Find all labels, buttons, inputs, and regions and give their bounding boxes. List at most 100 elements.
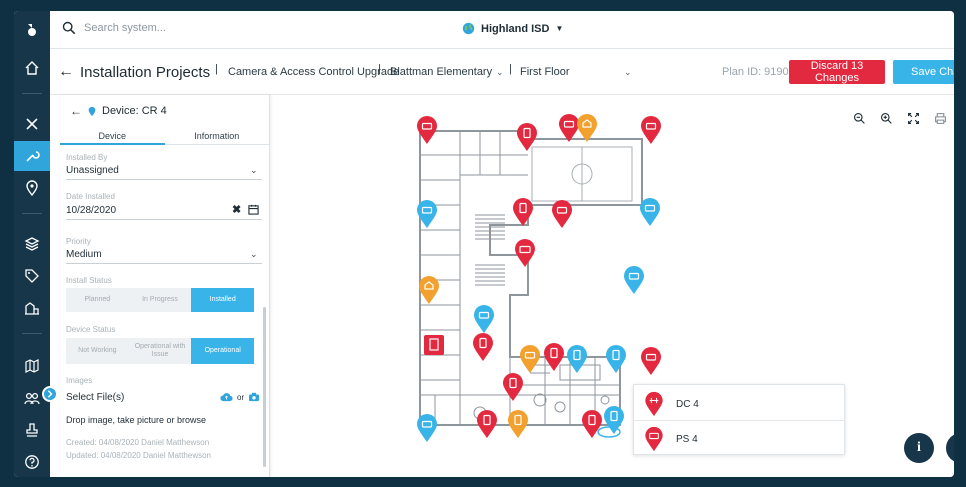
floor-selector[interactable]: First Floor — [520, 66, 570, 78]
install-status-installed[interactable]: Installed — [191, 288, 255, 312]
access-control-pin-planned[interactable] — [507, 409, 529, 439]
camera-pin-installed[interactable] — [416, 199, 438, 229]
selected-device-pin[interactable] — [603, 405, 625, 435]
cloud-upload-icon[interactable] — [220, 392, 233, 402]
camera-icon[interactable] — [248, 392, 260, 402]
page-title-text: Installation Projects — [80, 63, 211, 81]
access-control-pin[interactable] — [543, 342, 565, 372]
page-title: ← Installation Projects — [58, 63, 210, 81]
clear-icon[interactable]: ✖ — [232, 203, 241, 216]
panel-scrollbar[interactable] — [263, 307, 266, 467]
access-control-pin[interactable] — [516, 122, 538, 152]
device-list-item[interactable]: DC 4 — [644, 391, 699, 417]
search-icon — [62, 21, 76, 35]
access-control-pin-installed[interactable] — [566, 344, 588, 374]
school-selector[interactable]: Blattman Elementary — [390, 66, 492, 78]
search-input[interactable]: Search system... — [84, 22, 166, 34]
chevron-down-icon[interactable]: ⌄ — [624, 67, 632, 78]
power-supply-pin[interactable] — [514, 238, 536, 268]
clipboard-marker[interactable] — [423, 330, 445, 360]
installed-by-label: Installed By — [66, 153, 108, 162]
save-changes-button[interactable]: Save Chang — [893, 60, 954, 84]
search-box[interactable]: Search system... — [62, 21, 166, 35]
location-pin-icon — [88, 106, 96, 116]
created-text: Created: 04/08/2020 Daniel Matthewson — [66, 438, 210, 447]
tab-information[interactable]: Information — [165, 127, 270, 145]
plan-id: Plan ID: 9190 — [722, 66, 789, 78]
zoom-out-icon[interactable] — [847, 106, 872, 130]
buildings-icon[interactable] — [14, 293, 50, 323]
select-files-label: Select File(s) — [66, 392, 125, 403]
home-icon[interactable] — [14, 53, 50, 83]
access-control-pin[interactable] — [476, 409, 498, 439]
panel-tabs: Device Information — [60, 127, 269, 145]
tab-device[interactable]: Device — [60, 127, 165, 145]
device-group-popup: DC 4 PS 4 — [633, 384, 845, 455]
install-status-toggle: Planned In Progress Installed — [66, 288, 255, 312]
floor-plan-map[interactable]: DC 4 PS 4 i — [270, 95, 954, 477]
app-window: Search system... Highland ISD ▼ ← Instal… — [14, 11, 954, 477]
tools-icon[interactable] — [14, 109, 50, 139]
district-label: Highland ISD — [481, 22, 550, 35]
device-title: ← Device: CR 4 — [70, 104, 167, 118]
camera-pin-installed[interactable] — [639, 197, 661, 227]
app-logo-icon[interactable] — [14, 15, 50, 45]
fit-screen-icon[interactable] — [901, 106, 926, 130]
device-panel: ← Device: CR 4 Device Information Instal… — [60, 95, 270, 477]
wrench-icon[interactable] — [14, 141, 50, 171]
access-control-pin[interactable] — [502, 372, 524, 402]
device-status-not-working[interactable]: Not Working — [66, 338, 129, 364]
info-button[interactable]: i — [904, 433, 934, 463]
priority-label: Priority — [66, 237, 91, 246]
stamp-icon[interactable] — [14, 415, 50, 445]
device-status-operational[interactable]: Operational — [191, 338, 255, 364]
help-icon[interactable] — [14, 447, 50, 477]
device-title-text: Device: CR 4 — [102, 105, 167, 117]
layers-icon[interactable] — [14, 229, 50, 259]
access-control-pin[interactable] — [472, 332, 494, 362]
camera-pin-installed[interactable] — [623, 265, 645, 295]
expand-rail-button[interactable] — [42, 386, 58, 402]
camera-pin-installed[interactable] — [416, 413, 438, 443]
access-control-pin-installed[interactable] — [605, 344, 627, 374]
install-status-label: Install Status — [66, 276, 112, 285]
camera-pin[interactable] — [416, 115, 438, 145]
camera-pin[interactable] — [551, 199, 573, 229]
chevron-down-icon[interactable]: ⌄ — [496, 67, 504, 78]
install-status-in-progress[interactable]: In Progress — [129, 288, 192, 312]
device-list-item[interactable]: PS 4 — [644, 426, 698, 452]
page-header: ← Installation Projects | Camera & Acces… — [50, 49, 954, 95]
globe-icon — [462, 22, 475, 35]
date-installed-field[interactable]: 10/28/2020 — [66, 205, 116, 216]
upload-actions: or — [220, 392, 260, 402]
chevron-down-icon[interactable]: ⌄ — [250, 165, 258, 176]
drop-zone[interactable]: Drop image, take picture or browse — [66, 415, 206, 425]
camera-pin-installed[interactable] — [473, 304, 495, 334]
install-status-planned[interactable]: Planned — [66, 288, 129, 312]
intercom-pin[interactable] — [576, 113, 598, 143]
breadcrumb-project[interactable]: Camera & Access Control Upgrade — [228, 66, 399, 78]
zoom-in-icon[interactable] — [874, 106, 899, 130]
calendar-icon[interactable] — [248, 204, 259, 215]
device-status-toggle: Not Working Operational with Issue Opera… — [66, 338, 255, 364]
priority-select[interactable]: Medium — [66, 249, 102, 260]
camera-pin[interactable] — [640, 115, 662, 145]
map-toolbar — [847, 106, 953, 130]
camera-pin[interactable] — [640, 346, 662, 376]
discard-changes-button[interactable]: Discard 13 Changes — [789, 60, 885, 84]
installed-by-select[interactable]: Unassigned — [66, 165, 119, 176]
intercom-pin[interactable] — [519, 344, 541, 374]
district-selector[interactable]: Highland ISD ▼ — [462, 22, 563, 35]
tag-icon[interactable] — [14, 261, 50, 291]
access-control-pin[interactable] — [512, 197, 534, 227]
topbar: Search system... Highland ISD ▼ — [50, 11, 954, 49]
chevron-down-icon[interactable]: ⌄ — [250, 249, 258, 260]
device-status-operational-issue[interactable]: Operational with Issue — [129, 338, 192, 364]
back-arrow-icon[interactable]: ← — [70, 104, 82, 118]
map-icon[interactable] — [14, 351, 50, 381]
location-pin-icon[interactable] — [14, 173, 50, 203]
device-label: DC 4 — [676, 398, 699, 410]
intercom-pin[interactable] — [418, 275, 440, 305]
back-arrow-icon[interactable]: ← — [58, 63, 74, 81]
print-icon[interactable] — [928, 106, 953, 130]
